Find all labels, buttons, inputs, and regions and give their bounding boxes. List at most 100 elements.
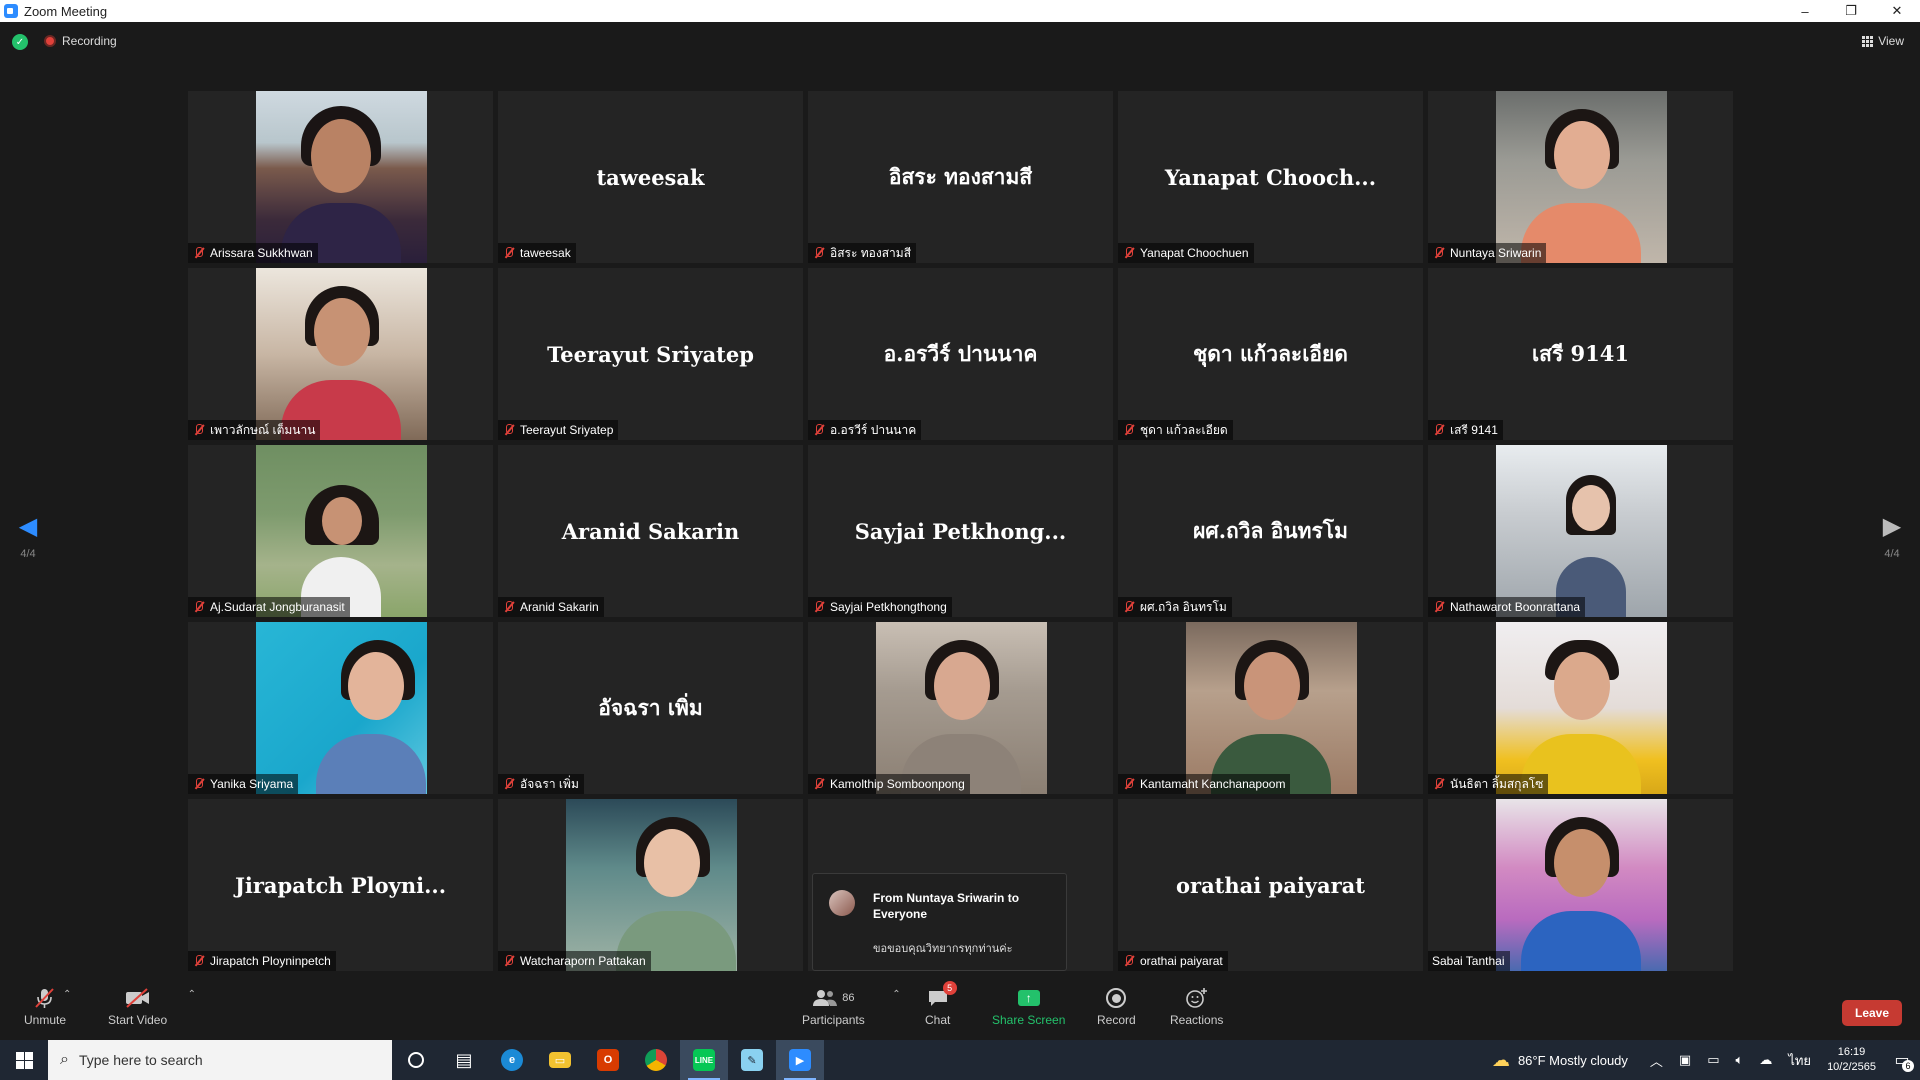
mic-muted-icon <box>1122 777 1136 791</box>
restore-button[interactable]: ❐ <box>1828 0 1874 22</box>
show-hidden-icons-chevron[interactable]: ︿ <box>1650 1051 1663 1070</box>
participant-video <box>255 91 427 263</box>
participant-display-name: Sayjai Petkhong... <box>854 518 1067 544</box>
participant-name: อัจฉรา เพิ่ม <box>520 776 579 791</box>
next-page-nav[interactable]: ▶ 4/4 <box>1872 512 1912 560</box>
device-icon[interactable]: ▣ <box>1679 1052 1691 1068</box>
reactions-button[interactable]: Reactions <box>1170 985 1223 1027</box>
participant-name: นันธิตา ลิ้มสกุลโซ <box>1450 776 1544 791</box>
right-arrow-icon[interactable]: ▶ <box>1872 512 1912 542</box>
office-app-icon[interactable]: O <box>584 1040 632 1080</box>
participant-video <box>875 622 1047 794</box>
participant-name: Aj.Sudarat Jongburanasit <box>210 600 345 614</box>
participant-tile[interactable]: Teerayut Sriyatep Teerayut Sriyatep <box>498 268 803 440</box>
mic-muted-icon <box>812 777 826 791</box>
network-icon[interactable]: ▭ <box>1707 1052 1719 1068</box>
chat-notification-popup[interactable]: From Nuntaya Sriwarin to Everyone ขอขอบค… <box>812 873 1067 971</box>
chat-message-text: ขอขอบคุณวิทยากรทุกท่านค่ะ <box>873 943 1013 955</box>
share-screen-button[interactable]: ↑ Share Screen <box>992 985 1065 1027</box>
chat-button[interactable]: 5 Chat <box>925 981 957 1027</box>
unmute-button[interactable]: ⌃ Unmute <box>24 985 71 1027</box>
participant-tile[interactable]: Aranid Sakarin Aranid Sakarin <box>498 445 803 617</box>
recording-label: Recording <box>62 34 117 48</box>
participant-tile[interactable]: เพาวลักษณ์ เต็มนาน <box>188 268 493 440</box>
participant-name-bar: อัจฉรา เพิ่ม <box>498 774 584 794</box>
participant-tile[interactable]: Sayjai Petkhong... Sayjai Petkhongthong <box>808 445 1113 617</box>
share-screen-icon: ↑ <box>1017 985 1040 1011</box>
participant-name-bar: orathai paiyarat <box>1118 951 1228 971</box>
volume-icon[interactable]: 🔈︎ <box>1736 1052 1744 1068</box>
participant-tile[interactable]: Jirapatch Ployni... Jirapatch Ployninpet… <box>188 799 493 971</box>
participant-tile[interactable]: Sabai Tanthai <box>1428 799 1733 971</box>
taskbar-clock[interactable]: 16:19 10/2/2565 <box>1827 1045 1876 1075</box>
sender-avatar <box>829 890 855 916</box>
zoom-taskbar-icon[interactable]: ▶ <box>776 1040 824 1080</box>
close-button[interactable]: ✕ <box>1874 0 1920 22</box>
participant-tile[interactable]: อัจฉรา เพิ่ม อัจฉรา เพิ่ม <box>498 622 803 794</box>
mic-muted-icon <box>812 600 826 614</box>
input-language[interactable]: ไทย <box>1788 1050 1811 1071</box>
participant-name: Kamolthip Somboonpong <box>830 777 965 791</box>
leave-button[interactable]: Leave <box>1842 1000 1902 1026</box>
encryption-shield-icon[interactable]: ✓ <box>12 34 28 50</box>
participant-tile[interactable]: Yanapat Chooch... Yanapat Choochuen <box>1118 91 1423 263</box>
page-indicator: 4/4 <box>1884 548 1900 560</box>
start-video-button[interactable]: ⌃ Start Video <box>108 985 196 1027</box>
participant-tile[interactable]: taweesak taweesak <box>498 91 803 263</box>
meeting-top-strip: ✓ Recording View <box>0 22 1920 62</box>
participant-name-bar: ชุดา แก้วละเอียด <box>1118 420 1233 440</box>
participant-name-bar: Sabai Tanthai <box>1428 951 1510 971</box>
participant-tile[interactable]: อิสระ ทองสามสี อิสระ ทองสามสี <box>808 91 1113 263</box>
participant-tile[interactable]: เสรี 9141 เสรี 9141 <box>1428 268 1733 440</box>
participant-video <box>565 799 737 971</box>
participant-tile[interactable]: นันธิตา ลิ้มสกุลโซ <box>1428 622 1733 794</box>
participant-display-name: อัจฉรา เพิ่ม <box>598 694 703 720</box>
notification-center-icon[interactable]: ▭ 6 <box>1884 1040 1920 1080</box>
previous-page-nav[interactable]: ◀ 4/4 <box>8 512 48 560</box>
minimize-button[interactable]: – <box>1782 0 1828 22</box>
start-button[interactable] <box>0 1040 48 1080</box>
participants-options-caret[interactable]: ⌃ <box>892 989 900 1000</box>
participant-tile[interactable]: Kantamaht Kanchanapoom <box>1118 622 1423 794</box>
participant-tile[interactable]: ผศ.ถวิล อินทรโม ผศ.ถวิล อินทรโม <box>1118 445 1423 617</box>
weather-widget[interactable]: ☁ 86°F Mostly cloudy <box>1492 1050 1628 1071</box>
unmute-label: Unmute <box>24 1013 67 1027</box>
window-titlebar: Zoom Meeting – ❐ ✕ <box>0 0 1920 22</box>
participant-tile[interactable]: Aj.Sudarat Jongburanasit <box>188 445 493 617</box>
participant-tile[interactable]: Arissara Sukkhwan <box>188 91 493 263</box>
view-button[interactable]: View <box>1862 34 1904 48</box>
participant-name: Watcharaporn Pattakan <box>520 954 646 968</box>
chrome-browser-icon[interactable] <box>632 1040 680 1080</box>
video-options-caret[interactable]: ⌃ <box>188 989 196 1000</box>
participant-tile[interactable]: Watcharaporn Pattakan <box>498 799 803 971</box>
participant-display-name: Teerayut Sriyatep <box>547 341 754 367</box>
cortana-icon[interactable] <box>392 1040 440 1080</box>
participant-name-bar: Arissara Sukkhwan <box>188 243 318 263</box>
participant-tile[interactable]: orathai paiyarat orathai paiyarat <box>1118 799 1423 971</box>
participant-tile[interactable]: Nathawarot Boonrattana <box>1428 445 1733 617</box>
participant-name-bar: Aj.Sudarat Jongburanasit <box>188 597 350 617</box>
recording-indicator[interactable]: Recording <box>44 34 117 48</box>
mic-muted-icon <box>1432 423 1446 437</box>
participant-tile[interactable]: Kamolthip Somboonpong <box>808 622 1113 794</box>
participants-button[interactable]: 86 ⌃ Participants <box>802 985 901 1027</box>
participant-tile[interactable]: อ.อรวีร์ ปานนาค อ.อรวีร์ ปานนาค <box>808 268 1113 440</box>
mic-muted-icon <box>502 954 516 968</box>
participant-video <box>255 445 427 617</box>
mic-muted-icon <box>502 246 516 260</box>
line-app-icon[interactable]: LINE <box>680 1040 728 1080</box>
record-button[interactable]: Record <box>1097 985 1136 1027</box>
task-view-icon[interactable]: ▤ <box>440 1040 488 1080</box>
participant-tile[interactable]: Nuntaya Sriwarin <box>1428 91 1733 263</box>
participant-tile[interactable]: Yanika Sriyama <box>188 622 493 794</box>
notepad-app-icon[interactable]: ✎ <box>728 1040 776 1080</box>
participant-name-bar: Kamolthip Somboonpong <box>808 774 970 794</box>
participant-name-bar: Yanika Sriyama <box>188 774 299 794</box>
file-explorer-icon[interactable]: ▭ <box>536 1040 584 1080</box>
edge-browser-icon[interactable]: e <box>488 1040 536 1080</box>
left-arrow-icon[interactable]: ◀ <box>8 512 48 542</box>
taskbar-search-box[interactable]: ⌕ Type here to search <box>48 1040 392 1080</box>
participant-tile[interactable]: ชุดา แก้วละเอียด ชุดา แก้วละเอียด <box>1118 268 1423 440</box>
audio-options-caret[interactable]: ⌃ <box>63 989 71 1000</box>
onedrive-icon[interactable]: ☁ <box>1759 1052 1772 1068</box>
